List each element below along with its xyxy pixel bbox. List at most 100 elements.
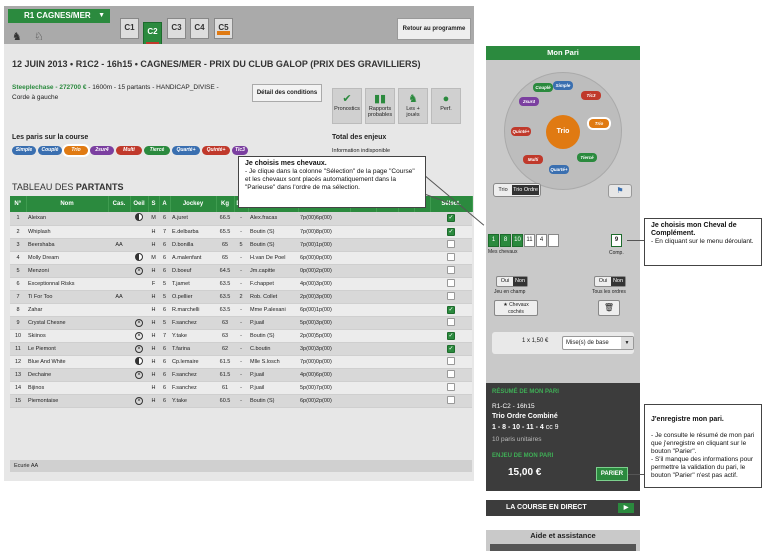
chevaux-coches-button[interactable]: ★ Chevaux cochés xyxy=(494,300,538,316)
details-conditions-button[interactable]: Détail des conditions xyxy=(252,84,322,102)
horse-running-icon[interactable]: ♘ xyxy=(34,30,44,43)
bet-variant-toggle: Trio Trio Ordre xyxy=(493,183,541,197)
select-checkbox[interactable] xyxy=(447,382,455,391)
chevron-down-icon: ▼ xyxy=(98,12,105,19)
variant-trio-ordre[interactable]: Trio Ordre xyxy=(512,185,539,195)
cell-de: - xyxy=(234,303,248,317)
select-checkbox[interactable] xyxy=(447,239,455,248)
complement-dropdown[interactable]: 9 xyxy=(611,234,622,247)
wheel-bet-8[interactable]: Couplé xyxy=(533,83,553,92)
select-checkbox[interactable]: ✓ xyxy=(447,227,455,236)
select-checkbox[interactable] xyxy=(447,369,455,378)
cell-s: H xyxy=(148,381,159,395)
cell-stat xyxy=(376,342,398,356)
select-checkbox[interactable] xyxy=(447,252,455,261)
selected-horse-box[interactable]: 10 xyxy=(512,234,523,247)
bet-type-1[interactable]: Couplé xyxy=(38,146,62,155)
tab-c1[interactable]: C1 xyxy=(120,18,139,39)
wheel-bet-3[interactable]: Tiercé xyxy=(577,153,597,162)
wheel-bet-5[interactable]: Multi xyxy=(523,155,543,164)
oui-option[interactable]: Oui xyxy=(498,277,512,286)
bet-type-2[interactable]: Trio xyxy=(64,146,88,155)
column-header: Oeil xyxy=(130,196,149,212)
eye-cell xyxy=(130,212,148,226)
selected-horse-box[interactable]: 11 xyxy=(524,234,535,247)
non-option[interactable]: Non xyxy=(611,277,625,286)
select-checkbox[interactable]: ✓ xyxy=(447,214,455,223)
selected-horse-box[interactable]: 8 xyxy=(500,234,511,247)
bet-type-7[interactable]: Quinté+ xyxy=(202,146,230,155)
cell-m: 4p(00)3p(00) xyxy=(298,277,350,291)
cell-stat xyxy=(414,394,430,408)
select-checkbox[interactable] xyxy=(447,291,455,300)
rapports-tool[interactable]: ▮▮ Rapports probables xyxy=(365,88,395,124)
tab-c3[interactable]: C3 xyxy=(167,18,186,39)
pmu-logo-icon[interactable]: ⚑ xyxy=(608,184,632,198)
cell-stat xyxy=(398,290,414,304)
chevron-down-icon: ▼ xyxy=(621,337,633,349)
select-checkbox[interactable] xyxy=(447,317,455,326)
bet-type-3[interactable]: 2sur4 xyxy=(90,146,114,155)
cell-a: 5 xyxy=(159,316,170,330)
selected-horse-box[interactable]: 1 xyxy=(488,234,499,247)
cell-kg: 62 xyxy=(216,342,234,356)
cell-stat xyxy=(398,238,414,252)
tab-c5[interactable]: C5 xyxy=(214,18,233,39)
bet-type-6[interactable]: Quarté+ xyxy=(172,146,200,155)
select-checkbox[interactable] xyxy=(447,356,455,365)
bet-type-0[interactable]: Simple xyxy=(12,146,36,155)
oui-option[interactable]: Oui xyxy=(596,277,610,286)
cell-a: 6 xyxy=(159,368,170,382)
tab-c4[interactable]: C4 xyxy=(190,18,209,39)
bet-type-8[interactable]: Tic3 xyxy=(232,146,248,155)
non-option[interactable]: Non xyxy=(513,277,527,286)
select-checkbox[interactable]: ✓ xyxy=(447,344,455,353)
cell-stat xyxy=(350,225,376,239)
wheel-bet-6[interactable]: Quinté+ xyxy=(511,127,531,136)
race-selector[interactable]: R1 CAGNES/MER ▼ xyxy=(8,9,110,23)
cell-cas xyxy=(108,277,130,291)
cell-jockey: D.boeuf xyxy=(170,264,216,278)
select-checkbox[interactable]: ✓ xyxy=(447,331,455,340)
selected-horse-box[interactable]: 4 xyxy=(536,234,547,247)
wheel-bet-4[interactable]: Quarté+ xyxy=(549,165,569,174)
select-checkbox[interactable]: ✓ xyxy=(447,305,455,314)
tab-badge xyxy=(217,31,230,35)
cell-nom: Blue And White xyxy=(26,355,108,369)
cell-jockey: D.bonilla xyxy=(170,238,216,252)
select-checkbox[interactable] xyxy=(447,395,455,404)
mise-base-select[interactable]: Mise(s) de base ▼ xyxy=(562,336,634,350)
cell-stat xyxy=(350,316,376,330)
select-cell: ✓ xyxy=(430,212,472,226)
select-checkbox[interactable] xyxy=(447,265,455,274)
wheel-bet-1[interactable]: Tic3 xyxy=(581,91,601,100)
eye-cell xyxy=(130,277,148,291)
select-cell xyxy=(430,264,472,278)
variant-trio[interactable]: Trio xyxy=(495,185,511,195)
back-to-program-button[interactable]: Retour au programme xyxy=(397,18,471,40)
select-checkbox[interactable] xyxy=(447,278,455,287)
wheel-center-trio[interactable]: Trio xyxy=(546,115,580,149)
pronostics-tool[interactable]: ✔ Pronostics xyxy=(332,88,362,124)
eye-cell xyxy=(130,251,148,265)
wheel-bet-2[interactable]: Trio xyxy=(589,119,609,128)
cell-m: 7p(00)1p(00) xyxy=(298,238,350,252)
cell-stat xyxy=(376,381,398,395)
cell-cas xyxy=(108,316,130,330)
selected-horse-box[interactable] xyxy=(548,234,559,247)
bet-type-5[interactable]: Tiercé xyxy=(144,146,170,155)
live-race-button[interactable]: LA COURSE EN DIRECT ▶ xyxy=(486,500,640,516)
cell-stat xyxy=(350,251,376,265)
perf-tool[interactable]: ● Perf. xyxy=(431,88,461,124)
cell-stat xyxy=(376,225,398,239)
blinkers-half-icon xyxy=(135,213,143,222)
wheel-bet-0[interactable]: Simple xyxy=(553,81,573,90)
horse-jockey-icon[interactable]: ♞ xyxy=(12,30,22,43)
bet-type-4[interactable]: Multi xyxy=(116,146,142,155)
wheel-bet-7[interactable]: 2sur4 xyxy=(519,97,539,106)
eye-cell: × xyxy=(130,394,148,408)
parier-button[interactable]: PARIER xyxy=(596,467,628,481)
trash-icon[interactable]: 🗑 xyxy=(598,300,620,316)
select-cell xyxy=(430,277,472,291)
plus-joues-tool[interactable]: ♞ Les + joués xyxy=(398,88,428,124)
